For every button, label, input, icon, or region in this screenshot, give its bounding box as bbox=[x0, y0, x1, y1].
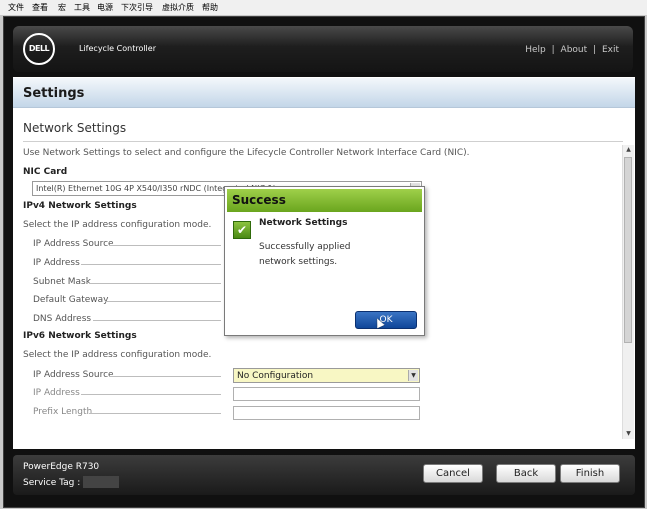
ipv4-dns-address-label: DNS Address bbox=[33, 314, 92, 324]
menu-next-boot[interactable]: 下次引导 bbox=[121, 2, 153, 13]
ipv4-instruction: Select the IP address configuration mode… bbox=[23, 220, 212, 230]
page-title: Settings bbox=[23, 86, 85, 101]
nic-card-label: NIC Card bbox=[23, 167, 68, 177]
leader-line bbox=[81, 264, 221, 265]
header-links: Help | About | Exit bbox=[525, 45, 619, 55]
scroll-thumb[interactable] bbox=[624, 157, 632, 343]
ipv4-ip-source-label: IP Address Source bbox=[33, 239, 114, 249]
leader-line bbox=[89, 413, 221, 414]
leader-line bbox=[89, 283, 221, 284]
vertical-scrollbar[interactable]: ▲ ▼ bbox=[622, 145, 634, 439]
menu-help[interactable]: 帮助 bbox=[202, 2, 218, 13]
dialog-heading: Network Settings bbox=[259, 218, 348, 228]
leader-line bbox=[109, 376, 221, 377]
help-link[interactable]: Help bbox=[525, 45, 546, 55]
ipv6-prefix-length-input[interactable] bbox=[233, 406, 420, 420]
divider bbox=[23, 141, 623, 142]
footer-bar: PowerEdge R730 Service Tag : Cancel Back… bbox=[13, 455, 635, 495]
about-link[interactable]: About bbox=[561, 45, 588, 55]
app-title: Lifecycle Controller bbox=[79, 44, 156, 53]
dialog-header: Success bbox=[227, 189, 422, 212]
menu-tools[interactable]: 工具 bbox=[74, 2, 90, 13]
ipv6-heading: IPv6 Network Settings bbox=[23, 331, 137, 341]
ipv6-ip-source-label: IP Address Source bbox=[33, 370, 114, 380]
app-header: DELL Lifecycle Controller Help | About |… bbox=[13, 26, 633, 72]
ipv6-ip-address-label: IP Address bbox=[33, 388, 80, 398]
dropdown-arrow-icon[interactable]: ▼ bbox=[408, 370, 418, 381]
check-icon: ✔ bbox=[233, 221, 251, 239]
menu-power[interactable]: 电源 bbox=[97, 2, 113, 13]
ipv6-ip-address-input[interactable] bbox=[233, 387, 420, 401]
section-title: Network Settings bbox=[23, 121, 127, 135]
service-tag-label: Service Tag : bbox=[23, 478, 81, 488]
scroll-up-icon[interactable]: ▲ bbox=[623, 145, 634, 155]
page-description: Use Network Settings to select and confi… bbox=[23, 148, 470, 158]
success-dialog: Success ✔ Network Settings Successfully … bbox=[224, 186, 425, 336]
server-model: PowerEdge R730 bbox=[23, 462, 100, 472]
link-separator: | bbox=[551, 45, 555, 55]
menu-macro[interactable]: 宏 bbox=[58, 2, 66, 13]
finish-button[interactable]: Finish bbox=[560, 464, 620, 483]
leader-line bbox=[81, 394, 221, 395]
exit-link[interactable]: Exit bbox=[602, 45, 619, 55]
leader-line bbox=[105, 301, 221, 302]
dialog-title: Success bbox=[232, 193, 286, 207]
dialog-message: Successfully applied network settings. bbox=[259, 242, 351, 267]
ipv4-subnet-mask-label: Subnet Mask bbox=[33, 277, 91, 287]
ipv6-instruction: Select the IP address configuration mode… bbox=[23, 350, 212, 360]
menu-file[interactable]: 文件 bbox=[8, 2, 24, 13]
link-separator: | bbox=[593, 45, 597, 55]
menu-virtual-media[interactable]: 虚拟介质 bbox=[162, 2, 194, 13]
menu-view[interactable]: 查看 bbox=[32, 2, 48, 13]
ipv6-ip-source-select[interactable]: No Configuration ▼ bbox=[233, 368, 420, 383]
ipv4-heading: IPv4 Network Settings bbox=[23, 201, 137, 211]
menu-bar: 文件 查看 宏 工具 电源 下次引导 虚拟介质 帮助 bbox=[0, 0, 647, 16]
cancel-button[interactable]: Cancel bbox=[423, 464, 483, 483]
ipv6-ip-source-value: No Configuration bbox=[237, 371, 314, 381]
ok-button[interactable]: OK bbox=[355, 311, 417, 329]
ipv6-prefix-length-label: Prefix Length bbox=[33, 407, 93, 417]
dell-logo: DELL bbox=[23, 33, 55, 65]
ipv4-default-gateway-label: Default Gateway bbox=[33, 295, 109, 305]
service-tag-value-redacted bbox=[83, 476, 119, 488]
leader-line bbox=[109, 245, 221, 246]
ipv4-ip-address-label: IP Address bbox=[33, 258, 80, 268]
scroll-down-icon[interactable]: ▼ bbox=[623, 429, 634, 439]
leader-line bbox=[93, 320, 221, 321]
back-button[interactable]: Back bbox=[496, 464, 556, 483]
page-title-band: Settings bbox=[13, 78, 635, 108]
